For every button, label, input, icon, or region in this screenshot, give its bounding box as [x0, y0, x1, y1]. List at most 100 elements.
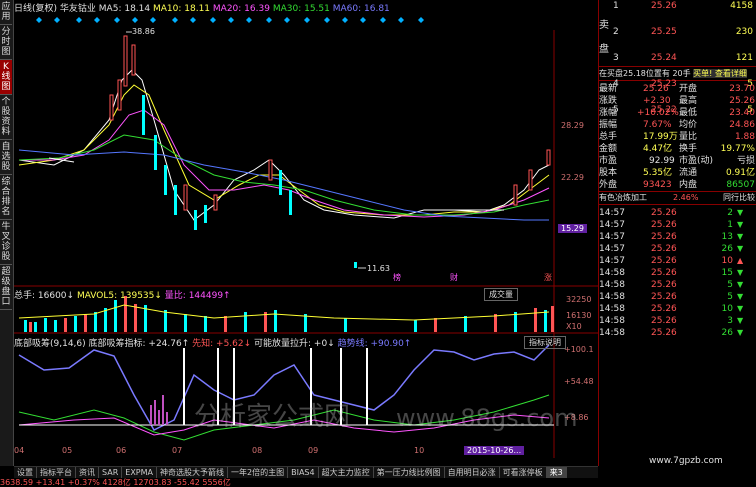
trade-price: 25.26: [651, 208, 677, 218]
order-detail-link[interactable]: 买单! 查看详细: [693, 69, 747, 78]
x-axis-label: 09: [308, 446, 319, 455]
x-axis-label: 04: [14, 446, 25, 455]
trade-time: 14:58: [599, 292, 625, 302]
stat-row: 最新 25.26 开盘 23.70: [599, 84, 755, 94]
trade-row: 14:58 25.26 15 ▼: [599, 267, 756, 279]
arrow-down-icon: ▼: [737, 220, 744, 229]
current-price-tag: 15.29: [558, 224, 587, 233]
quote-panel: 卖盘 1 25.26 4158 2 25.25 230 3 25.24 121 …: [598, 0, 756, 466]
trade-volume: 2: [727, 208, 733, 218]
arrow-down-icon: ▼: [737, 316, 744, 325]
stat-row: 股本 5.35亿 流通 0.91亿: [599, 168, 755, 178]
indicator-title: 底部吸筹(9,14,6) 底部吸筹指标: +24.76↑: [14, 339, 190, 349]
trade-time: 14:57: [599, 220, 625, 230]
signal-diamonds: [36, 17, 424, 23]
tab-kline[interactable]: K线图: [0, 60, 12, 95]
trade-volume: 5: [727, 280, 733, 290]
peer-compare-link[interactable]: 同行比较: [723, 192, 755, 204]
trade-time: 14:57: [599, 208, 625, 218]
status-bar: 3638.59 +13.41 +0.37% 4128亿 12703.83 -55…: [0, 478, 756, 487]
indicator-volume-signal: 可能放量拉升: +0↓: [254, 339, 335, 349]
trade-time: 14:57: [599, 232, 625, 242]
watermark-site: www.7gpzb.com: [649, 456, 723, 466]
watermark-cn: 分析家公式网: [194, 402, 351, 432]
low-price-label: 11.63: [367, 264, 390, 273]
trade-row: 14:57 25.26 1 ▼: [599, 219, 756, 231]
x-axis-label: 07: [172, 446, 183, 455]
x-axis-label: 08: [252, 446, 263, 455]
event-marker[interactable]: 财: [450, 272, 458, 283]
tab-diagnosis[interactable]: 牛叉诊股: [0, 220, 12, 265]
stat-row: 振幅 7.67% 均价 24.86: [599, 120, 755, 130]
indicator-axis-label: +54.48: [564, 377, 594, 386]
event-marker[interactable]: 榜: [393, 272, 401, 283]
indicator-trend: 趋势线: +90.90↑: [337, 339, 412, 349]
trade-volume: 1: [727, 220, 733, 230]
volume-header: 总手: 16600↓ MAVOL5: 139535↓ 量比: 144499↑: [14, 288, 231, 301]
chart-area[interactable]: 日线(复权) 华友钴业 MA5: 18.14 MA10: 18.11 MA20:…: [14, 0, 598, 458]
kline-svg: [14, 17, 598, 458]
volume-axis-label: 16130: [566, 311, 592, 320]
date-badge: 2015-10-26...: [464, 446, 525, 455]
trade-price: 25.26: [651, 316, 677, 326]
x-axis-label: 10: [414, 446, 425, 455]
trade-volume: 26: [721, 244, 733, 254]
arrow-down-icon: ▼: [737, 244, 744, 253]
arrow-down-icon: ▼: [737, 292, 744, 301]
high-price-label: 38.86: [132, 27, 155, 36]
sell-order-book: 卖盘 1 25.26 4158 2 25.25 230 3 25.24 121 …: [599, 0, 756, 115]
ask-level-3[interactable]: 3 25.24 121: [613, 52, 755, 65]
x-axis-label: 06: [116, 446, 127, 455]
trade-price: 25.26: [651, 220, 677, 230]
arrow-down-icon: ▼: [737, 208, 744, 217]
tab-stock-profile[interactable]: 个股资料: [0, 95, 12, 140]
trade-price: 25.26: [651, 328, 677, 338]
trade-volume: 26: [721, 328, 733, 338]
tab-intraday[interactable]: 分时图: [0, 25, 12, 60]
stats-grid: 最新 25.26 开盘 23.70 涨跌 +2.30 最高 25.26 涨幅 +10.02% 最…: [599, 81, 756, 191]
trade-time: 14:58: [599, 328, 625, 338]
trade-volume: 13: [721, 232, 733, 242]
trade-row: 14:58 25.26 10 ▼: [599, 303, 756, 315]
event-marker[interactable]: 涨: [544, 272, 552, 283]
arrow-down-icon: ▼: [737, 232, 744, 241]
indicator-axis-label: +100.1: [564, 345, 594, 354]
trade-time: 14:58: [599, 280, 625, 290]
price-axis-label: 22.29: [561, 173, 584, 182]
volume-axis-label: X10: [566, 322, 582, 331]
trade-row: 14:57 25.26 13 ▼: [599, 231, 756, 243]
tab-ranking[interactable]: 综合排名: [0, 175, 12, 220]
stat-row: 总手 17.99万 量比 1.88: [599, 132, 755, 142]
stat-row: 市盈 92.99 市盈(动) 亏损: [599, 156, 755, 166]
arrow-up-icon: ▲: [737, 256, 744, 265]
x-axis-label: 05: [62, 446, 73, 455]
trade-volume: 3: [727, 316, 733, 326]
volume-indicator-button[interactable]: 成交量: [484, 288, 518, 301]
sector-change: 2.46%: [673, 193, 699, 202]
trade-price: 25.26: [651, 232, 677, 242]
trade-row: 14:57 25.26 26 ▼: [599, 243, 756, 255]
indicator-help-button[interactable]: 指标说明: [524, 336, 566, 349]
stat-row: 外盘 93423 内盘 86507: [599, 180, 755, 190]
order-hint-text: 在买盘25.18位置有 20手: [599, 69, 691, 78]
trade-row: 14:58 25.26 5 ▼: [599, 291, 756, 303]
tab-apps[interactable]: 应用: [0, 0, 12, 25]
tab-watchlist[interactable]: 自选股: [0, 140, 12, 175]
arrow-down-icon: ▼: [737, 268, 744, 277]
arrow-down-icon: ▼: [737, 328, 744, 337]
ask-level-1[interactable]: 1 25.26 4158: [613, 0, 755, 13]
stat-row: 涨跌 +2.30 最高 25.26: [599, 96, 755, 106]
arrow-down-icon: ▼: [737, 280, 744, 289]
trade-time: 14:57: [599, 256, 625, 266]
trade-volume: 10: [721, 304, 733, 314]
status-index: 3638.59 +13.41 +0.37% 4128亿 12703.83 -55…: [0, 478, 231, 487]
tab-super-depth[interactable]: 超级盘口: [0, 265, 12, 310]
ask-level-2[interactable]: 2 25.25 230: [613, 26, 755, 39]
sell-label: 卖盘: [599, 20, 609, 55]
trade-volume: 5: [727, 292, 733, 302]
trade-time: 14:58: [599, 316, 625, 326]
sector-name[interactable]: 有色冶炼加工: [599, 193, 647, 202]
watermark-en: www.88gs.com: [396, 404, 578, 432]
trade-row: 14:57 25.26 10 ▲: [599, 255, 756, 267]
indicator-xianzhi: 先知: +5.62↓: [192, 339, 252, 349]
